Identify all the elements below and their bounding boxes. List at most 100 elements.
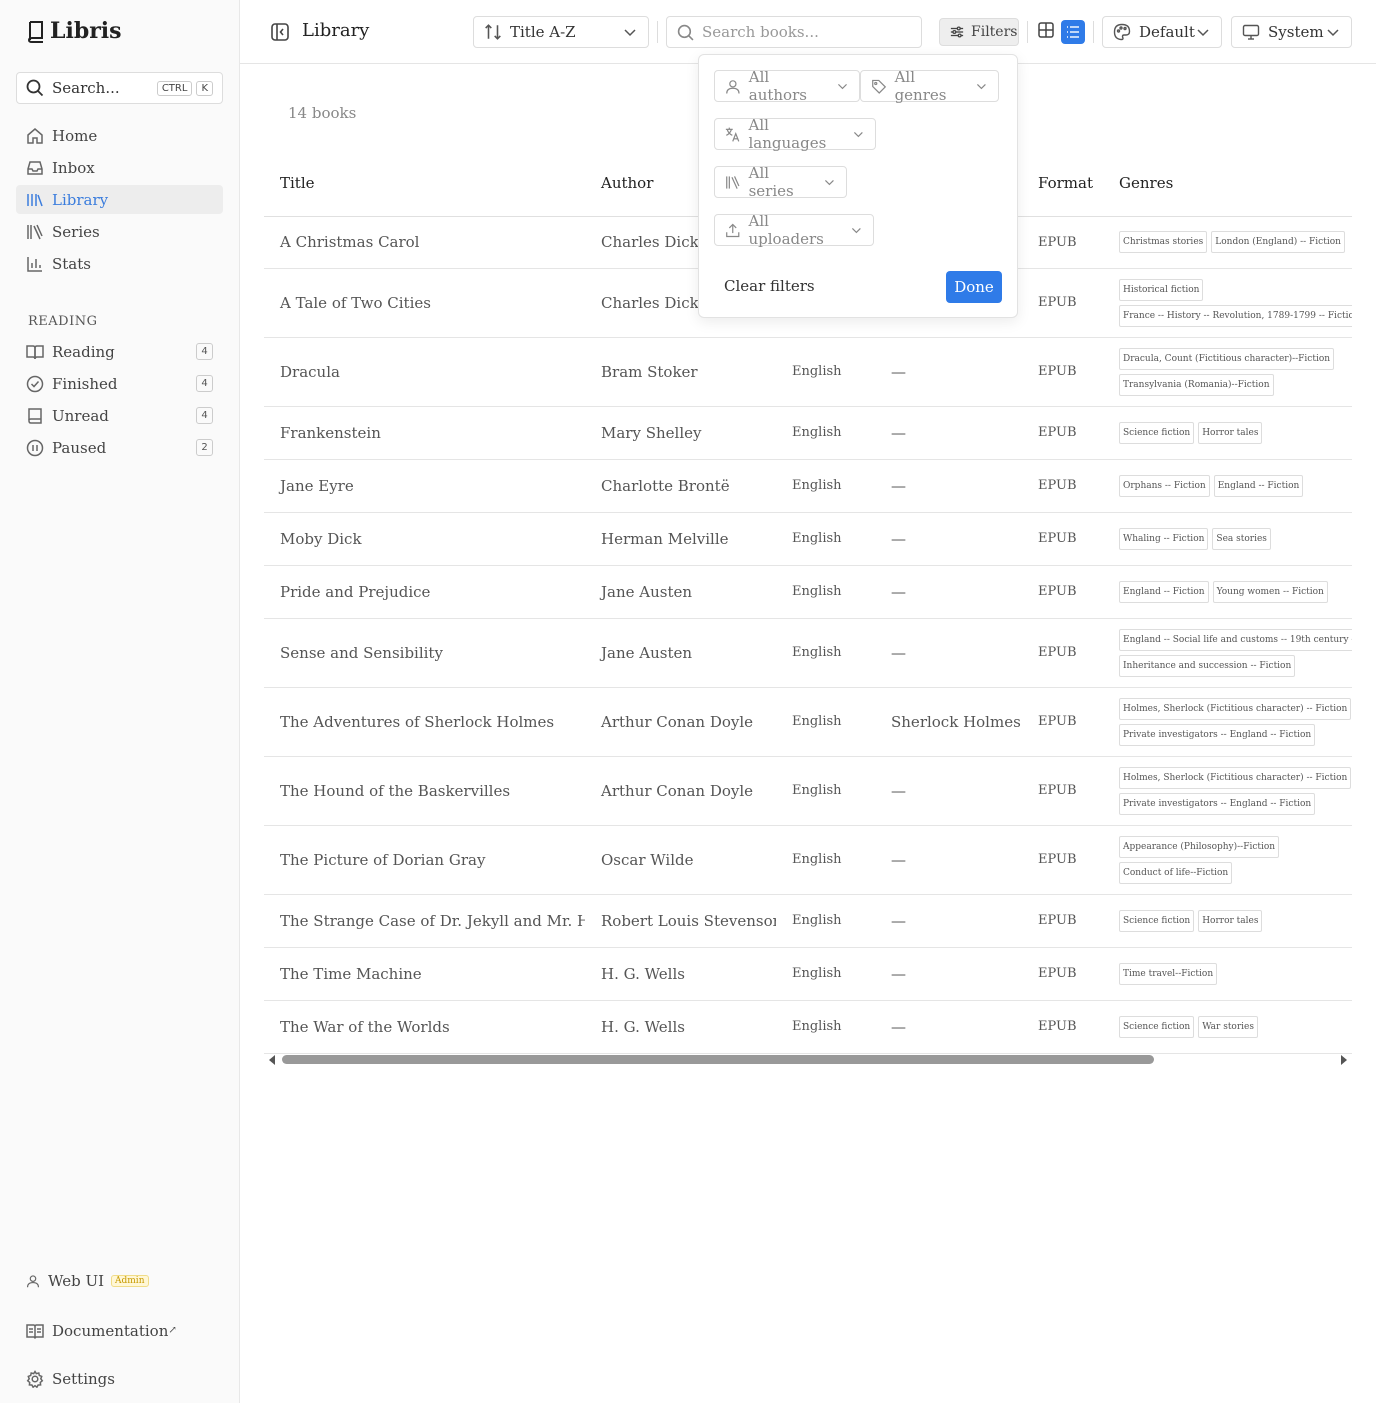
genre-tag[interactable]: England -- Fiction (1213, 474, 1304, 497)
table-row[interactable]: Dracula Bram Stoker English — EPUB Dracula, C… (264, 337, 1352, 407)
cell-language: English (776, 459, 875, 513)
genre-tag[interactable]: Conduct of life--Fiction (1119, 861, 1233, 884)
scrollbar-thumb[interactable] (282, 1055, 1154, 1064)
grid-view-button[interactable] (1037, 21, 1055, 39)
grid-view-icon (1038, 22, 1054, 38)
genre-tag[interactable]: London (England) -- Fiction (1211, 231, 1345, 253)
search-input[interactable]: Search books... (666, 16, 922, 48)
genre-tags: Holmes, Sherlock (Fictitious character) … (1119, 765, 1352, 817)
cell-title: The Picture of Dorian Gray (264, 825, 585, 895)
scroll-left-arrow[interactable] (269, 1055, 275, 1065)
genre-tag[interactable]: France -- History -- Revolution, 1789-17… (1119, 304, 1352, 327)
sidebar-item-home[interactable]: Home (16, 121, 223, 150)
genre-tag[interactable]: Appearance (Philosophy)--Fiction (1119, 835, 1280, 858)
cell-format: EPUB (1022, 216, 1103, 269)
sidebar-item-finished[interactable]: Finished 4 (16, 369, 223, 398)
sidebar-item-stats[interactable]: Stats (16, 249, 223, 278)
genre-tag[interactable]: England -- Fiction (1119, 580, 1209, 603)
sidebar-item-unread[interactable]: Unread 4 (16, 401, 223, 430)
sidebar-item-documentation[interactable]: Documentation ↗ (16, 1316, 223, 1345)
sidebar-item-label: Finished (52, 374, 118, 393)
sidebar-item-paused[interactable]: Paused 2 (16, 433, 223, 462)
genre-tags: England -- Fiction Young women -- Fiction (1119, 579, 1352, 605)
genre-tag[interactable]: Private investigators -- England -- Fict… (1119, 723, 1316, 746)
genre-tag[interactable]: War stories (1198, 1015, 1258, 1038)
sidebar-item-label: Unread (52, 406, 109, 425)
cell-title: The War of the Worlds (264, 1000, 585, 1054)
filters-button[interactable]: Filters (939, 18, 1019, 46)
genre-tag[interactable]: Historical fiction (1119, 278, 1204, 301)
table-row[interactable]: The Picture of Dorian Gray Oscar Wilde Eng… (264, 825, 1352, 895)
genre-tag[interactable]: Time travel--Fiction (1119, 962, 1218, 985)
toggle-sidebar-button[interactable] (270, 22, 290, 42)
cell-title: Sense and Sensibility (264, 618, 585, 688)
table-row[interactable]: The War of the Worlds H. G. Wells English —… (264, 1000, 1352, 1054)
app-logo[interactable]: Libris (26, 18, 122, 44)
cell-genres: Holmes, Sherlock (Fictitious character) … (1103, 756, 1352, 826)
clear-filters-button[interactable]: Clear filters (724, 277, 815, 295)
genre-tag[interactable]: Holmes, Sherlock (Fictitious character) … (1119, 766, 1352, 789)
admin-badge: Admin (111, 1274, 149, 1287)
book-count: 14 books (288, 104, 357, 122)
sort-select[interactable]: Title A-Z (473, 16, 649, 48)
genre-tag[interactable]: Science fiction (1119, 421, 1195, 444)
column-header-title[interactable]: Title (264, 150, 585, 217)
genre-tag[interactable]: Christmas stories (1119, 231, 1208, 253)
sidebar-item-web-ui[interactable]: Web UI Admin (16, 1266, 223, 1295)
genre-tag[interactable]: Young women -- Fiction (1212, 580, 1328, 603)
global-search-button[interactable]: Search... CTRL K (16, 72, 223, 104)
genre-tag[interactable]: Whaling -- Fiction (1119, 527, 1209, 550)
genre-tag[interactable]: Sea stories (1212, 527, 1271, 550)
genre-tag[interactable]: Science fiction (1119, 909, 1195, 932)
cell-series: — (875, 565, 1022, 619)
authors-filter-select[interactable]: All authors (714, 68, 860, 104)
sidebar-item-label: Library (52, 190, 109, 209)
genre-tag[interactable]: Private investigators -- England -- Fict… (1119, 792, 1316, 815)
divider (1093, 21, 1094, 43)
cell-language: English (776, 337, 875, 407)
genre-tag[interactable]: Holmes, Sherlock (Fictitious character) … (1119, 697, 1352, 720)
genre-tag[interactable]: Science fiction (1119, 1015, 1195, 1038)
sidebar-item-series[interactable]: Series (16, 217, 223, 246)
column-header-format[interactable]: Format (1022, 150, 1103, 217)
sidebar-item-inbox[interactable]: Inbox (16, 153, 223, 182)
column-header-genres[interactable]: Genres (1103, 150, 1352, 217)
languages-filter-select[interactable]: All languages (714, 116, 876, 152)
table-row[interactable]: Sense and Sensibility Jane Austen English —… (264, 618, 1352, 688)
list-view-button[interactable] (1061, 20, 1085, 44)
sidebar-item-settings[interactable]: Settings (16, 1364, 223, 1393)
genre-tag[interactable]: Horror tales (1198, 421, 1263, 444)
table-row[interactable]: Pride and Prejudice Jane Austen English — EP… (264, 565, 1352, 619)
sidebar-item-reading[interactable]: Reading 4 (16, 337, 223, 366)
table-row[interactable]: The Adventures of Sherlock Holmes Arthur … (264, 687, 1352, 757)
shortcut-ctrl: CTRL (156, 80, 193, 96)
table-row[interactable]: Moby Dick Herman Melville English — EPUB Whal… (264, 512, 1352, 566)
cell-series: — (875, 947, 1022, 1001)
genre-tag[interactable]: Inheritance and succession -- Fiction (1119, 654, 1296, 677)
genre-tag[interactable]: England -- Social life and customs -- 19… (1119, 628, 1352, 651)
color-mode-select[interactable]: System (1231, 16, 1352, 48)
table-row[interactable]: The Time Machine H. G. Wells English — EPUB T… (264, 947, 1352, 1001)
table-row[interactable]: Jane Eyre Charlotte Brontë English — EPUB Orp… (264, 459, 1352, 513)
done-button[interactable]: Done (946, 271, 1002, 303)
genre-tag[interactable]: Transylvania (Romania)--Fiction (1119, 373, 1274, 396)
genre-tag[interactable]: Horror tales (1198, 909, 1263, 932)
cell-author: Mary Shelley (585, 406, 776, 460)
tag-icon (872, 79, 887, 94)
sidebar-item-library[interactable]: Library (16, 185, 223, 214)
table-row[interactable]: The Hound of the Baskervilles Arthur Cona… (264, 756, 1352, 826)
sidebar-item-label: Series (52, 222, 100, 241)
genres-filter-select[interactable]: All genres (860, 68, 999, 104)
chevron-down-icon (624, 29, 636, 37)
reading-section-title: READING (28, 314, 98, 329)
genre-tag[interactable]: Dracula, Count (Fictitious character)--F… (1119, 347, 1335, 370)
uploaders-filter-select[interactable]: All uploaders (714, 212, 874, 248)
table-row[interactable]: The Strange Case of Dr. Jekyll and Mr. H… (264, 894, 1352, 948)
theme-select[interactable]: Default (1102, 16, 1222, 48)
genre-tag[interactable]: Orphans -- Fiction (1119, 474, 1210, 497)
series-filter-select[interactable]: All series (714, 164, 847, 200)
scroll-right-arrow[interactable] (1341, 1055, 1347, 1065)
table-row[interactable]: Frankenstein Mary Shelley English — EPUB Scie… (264, 406, 1352, 460)
horizontal-scrollbar[interactable] (264, 1052, 1352, 1068)
cell-format: EPUB (1022, 756, 1103, 826)
